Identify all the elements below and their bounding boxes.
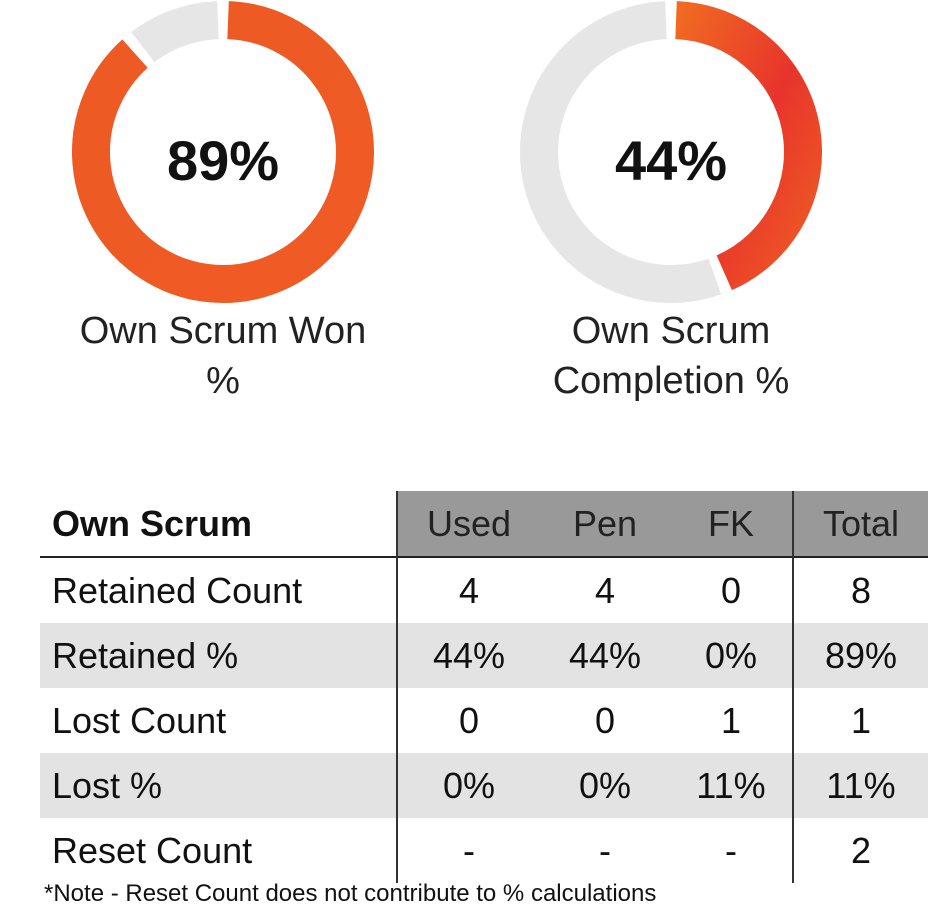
col-header-total: Total [792, 491, 928, 557]
col-header-fk: FK [670, 491, 793, 557]
table-header-row: Own Scrum Used Pen FK Total [40, 491, 928, 557]
row-label: Retained % [40, 623, 397, 688]
cell-fk: - [725, 829, 737, 871]
table-footnote: *Note - Reset Count does not contribute … [44, 880, 657, 907]
col-header-used: Used [396, 491, 540, 557]
table-row-retained-pct: Retained % 44% 44% 0% 89% [40, 623, 928, 688]
cell-pen: 0% [540, 753, 670, 818]
donut-title-line1: Own Scrum [571, 310, 771, 352]
col-header-pen: Pen [540, 491, 670, 557]
donut-title-line2: % [206, 360, 240, 402]
donut-title-line2: Completion % [552, 360, 790, 402]
cell-total: 1 [792, 688, 928, 753]
donut-chart-own-scrum-completion: 44% Own Scrum Completion % [511, 0, 831, 410]
row-label: Retained Count [52, 569, 303, 611]
cell-pen: - [599, 829, 611, 871]
cell-fk: 0% [670, 623, 793, 688]
donut-title: Own Scrum Won % [33, 306, 413, 406]
table-row-lost-count: Lost Count 0 0 1 1 [40, 688, 928, 753]
row-label: Reset Count [52, 829, 253, 871]
donut-remainder-arc [131, 1, 220, 63]
table-row-lost-pct: Lost % 0% 0% 11% 11% [40, 753, 928, 818]
donut-chart-own-scrum-won: 89% Own Scrum Won % [63, 0, 383, 410]
cell-used: 4 [396, 557, 540, 623]
cell-fk: 0 [720, 569, 742, 611]
cell-fk: 11% [670, 753, 793, 818]
cell-total: 8 [792, 557, 928, 623]
donut-title: Own Scrum Completion % [481, 306, 861, 406]
donut-center-value: 44% [614, 129, 728, 192]
donut-center-value: 89% [166, 129, 280, 192]
cell-used: 0% [396, 753, 540, 818]
table-row-retained-count: Retained Count 4 4 0 8 [40, 557, 928, 623]
cell-total: 11% [792, 753, 928, 818]
cell-pen: 0 [594, 699, 616, 741]
row-label: Lost Count [52, 699, 227, 741]
row-label: Lost % [40, 753, 397, 818]
cell-fk: 1 [720, 699, 742, 741]
cell-used: 0 [396, 688, 540, 753]
cell-pen: 4 [594, 569, 616, 611]
cell-total: 2 [792, 818, 928, 883]
own-scrum-table: Own Scrum Used Pen FK Total Retained Cou… [40, 491, 928, 883]
cell-total: 89% [792, 623, 928, 688]
cell-used: 44% [396, 623, 540, 688]
donut-title-line1: Own Scrum Won [79, 310, 367, 352]
table-row-reset-count: Reset Count - - - 2 [40, 818, 928, 883]
cell-used: - [396, 818, 540, 883]
table-title: Own Scrum [40, 491, 397, 557]
cell-pen: 44% [540, 623, 670, 688]
